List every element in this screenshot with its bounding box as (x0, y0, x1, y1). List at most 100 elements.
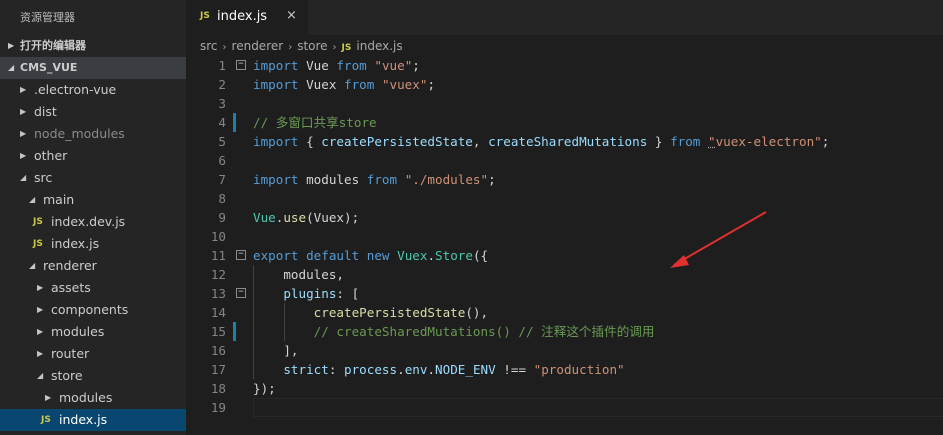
tree-item-modules[interactable]: ▶ modules (0, 321, 186, 343)
tree-item-store-modules[interactable]: ▶ modules (0, 387, 186, 409)
tree-item-label: modules (51, 324, 105, 339)
code-token: . (427, 248, 436, 263)
open-editors-label: 打开的编辑器 (20, 39, 86, 52)
tree-item-main-index-js[interactable]: JS index.js (0, 233, 186, 255)
code-line[interactable]: 14 createPersistedState(), (186, 303, 943, 322)
tree-item-assets[interactable]: ▶ assets (0, 277, 186, 299)
line-number: 10 (210, 229, 226, 244)
modified-indicator (233, 322, 236, 341)
fold-icon[interactable]: − (236, 60, 246, 70)
tree-item-electron-vue[interactable]: ▶ .electron-vue (0, 79, 186, 101)
tree-item-other[interactable]: ▶ other (0, 145, 186, 167)
code-line[interactable]: 8 (186, 189, 943, 208)
chevron-down-icon: ◢ (37, 371, 44, 380)
tree-item-label: store (51, 368, 83, 383)
code-line[interactable]: 19 (186, 398, 943, 417)
tree-item-store-index-js[interactable]: JS index.js (0, 409, 186, 431)
code-line[interactable]: 13− plugins: [ (186, 284, 943, 303)
open-editors-section[interactable]: ▶ 打开的编辑器 (0, 35, 186, 57)
current-line-highlight (253, 398, 943, 417)
code-token: "./modules" (404, 172, 489, 187)
code-line[interactable]: 12 modules, (186, 265, 943, 284)
code-line[interactable]: 15 // createSharedMutations() // 注释这个插件的… (186, 322, 943, 341)
code-line[interactable]: 10 (186, 227, 943, 246)
code-line[interactable]: 11− export default new Vuex.Store({ (186, 246, 943, 265)
code-token: from (336, 58, 367, 73)
tab-index-js[interactable]: JS index.js × (186, 0, 308, 35)
code-line[interactable]: 2 import Vuex from "vuex"; (186, 75, 943, 94)
code-text: import { createPersistedState, createSha… (253, 132, 829, 151)
code-token: import (253, 77, 299, 92)
code-token: // 多窗口共享store (253, 115, 377, 130)
code-text: // 多窗口共享store (253, 113, 377, 132)
chevron-right-icon: ▶ (20, 85, 27, 94)
tree-item-dist[interactable]: ▶ dist (0, 101, 186, 123)
code-token: default (306, 248, 360, 263)
code-line[interactable]: 3 (186, 94, 943, 113)
code-token: (Vuex); (306, 210, 360, 225)
chevron-right-icon: ▶ (37, 283, 44, 292)
tree-item-node-modules[interactable]: ▶ node_modules (0, 123, 186, 145)
code-token: from (366, 172, 398, 187)
chevron-right-icon: ▶ (20, 129, 27, 138)
breadcrumb-item-src[interactable]: src (200, 35, 218, 57)
code-token: ; (821, 134, 830, 149)
code-token: } (647, 134, 671, 149)
tree-item-label: other (34, 148, 68, 163)
code-editor[interactable]: 1− import Vue from "vue"; 2 import Vuex fro… (186, 56, 943, 435)
chevron-right-icon: ▶ (37, 305, 44, 314)
close-icon[interactable]: × (286, 8, 297, 23)
tree-item-components[interactable]: ▶ components (0, 299, 186, 321)
line-number: 12 (210, 267, 226, 282)
tree-item-label: components (51, 302, 129, 317)
project-section[interactable]: ◢ CMS_VUE (0, 57, 186, 79)
js-file-icon: JS (200, 11, 210, 21)
code-line[interactable]: 7 import modules from "./modules"; (186, 170, 943, 189)
code-line[interactable]: 5 import { createPersistedState, createSh… (186, 132, 943, 151)
tree-item-src[interactable]: ◢ src (0, 167, 186, 189)
line-number: 15 (210, 324, 226, 339)
code-text: }); (253, 379, 276, 398)
fold-icon[interactable]: − (236, 250, 246, 260)
tree-item-renderer[interactable]: ◢ renderer (0, 255, 186, 277)
breadcrumb-item-store[interactable]: store (297, 35, 327, 57)
code-line[interactable]: 18}); (186, 379, 943, 398)
chevron-right-icon: ▶ (20, 107, 27, 116)
code-token: "vue" (374, 58, 413, 73)
line-number: 1 (218, 58, 226, 73)
tree-item-router[interactable]: ▶ router (0, 343, 186, 365)
code-token: Vue (253, 210, 276, 225)
line-number: 3 (218, 96, 226, 111)
tree-item-main[interactable]: ◢ main (0, 189, 186, 211)
code-line[interactable]: 16 ], (186, 341, 943, 360)
code-token: createPersistedState (321, 134, 473, 149)
code-line[interactable]: 9 Vue.use(Vuex); (186, 208, 943, 227)
code-token: { (298, 134, 322, 149)
line-number: 2 (218, 77, 226, 92)
explorer-sidebar: 资源管理器 ▶ 打开的编辑器 ◢ CMS_VUE ▶ .electron-vue… (0, 0, 186, 435)
fold-icon[interactable]: − (236, 288, 246, 298)
breadcrumb-item-renderer[interactable]: renderer (232, 35, 284, 57)
tree-item-index-dev-js[interactable]: JS index.dev.js (0, 211, 186, 233)
tree-item-label: src (34, 170, 53, 185)
tree-item-label: .electron-vue (34, 82, 117, 97)
tree-item-store[interactable]: ◢ store (0, 365, 186, 387)
code-token: process (344, 362, 398, 377)
code-line[interactable]: 4 // 多窗口共享store (186, 113, 943, 132)
code-token: Vue (298, 58, 337, 73)
code-line[interactable]: 1− import Vue from "vue"; (186, 56, 943, 75)
chevron-right-icon: ▶ (37, 349, 44, 358)
code-line[interactable]: 17 strict: process.env.NODE_ENV !== "pro… (186, 360, 943, 379)
tree-item-label: main (43, 192, 75, 207)
tab-label: index.js (217, 9, 268, 24)
tree-item-label: renderer (43, 258, 97, 273)
code-token: use (283, 210, 307, 225)
line-number: 8 (218, 191, 226, 206)
code-line[interactable]: 6 (186, 151, 943, 170)
breadcrumb-item-file[interactable]: index.js (356, 35, 402, 57)
code-token: from (670, 134, 701, 149)
